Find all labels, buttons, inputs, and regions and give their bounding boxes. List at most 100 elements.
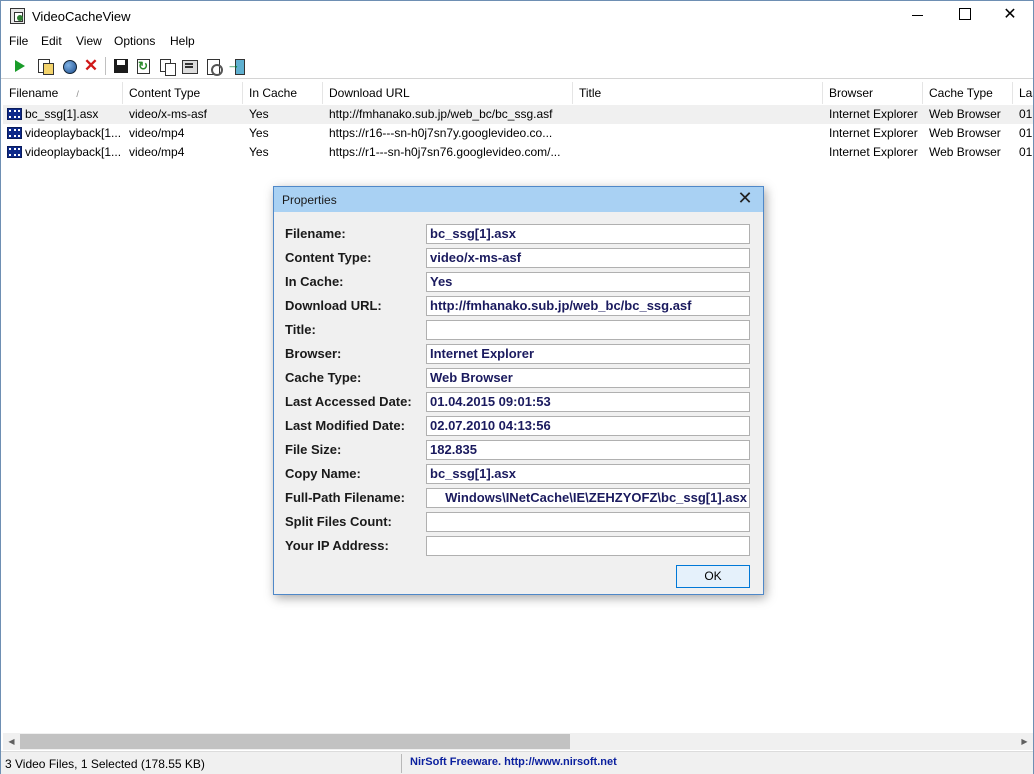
copy-icon[interactable] — [157, 56, 177, 76]
field-your-ip-address[interactable] — [426, 536, 750, 556]
cell-in-cache: Yes — [249, 145, 269, 159]
ok-button[interactable]: OK — [676, 565, 750, 588]
status-bar: 3 Video Files, 1 Selected (178.55 KB) Ni… — [1, 751, 1033, 774]
menu-view[interactable]: View — [76, 34, 102, 48]
scroll-left-arrow-icon[interactable]: ◀ — [3, 733, 20, 750]
column-header-last[interactable]: Las — [1013, 82, 1033, 104]
cell-cache-type: Web Browser — [929, 145, 1001, 159]
cell-filename: videoplayback[1... — [25, 145, 122, 159]
app-window: VideoCacheView ✕ File Edit View Options … — [0, 0, 1034, 774]
cell-cache-type: Web Browser — [929, 107, 1001, 121]
cell-filename: videoplayback[1... — [25, 126, 122, 140]
window-title: VideoCacheView — [32, 9, 131, 24]
dialog-close-button[interactable]: ✕ — [733, 188, 757, 210]
dialog-title: Properties — [282, 193, 337, 207]
open-url-globe-icon[interactable] — [59, 56, 79, 76]
field-copy-name[interactable]: bc_ssg[1].asx — [426, 464, 750, 484]
field-last-accessed-date[interactable]: 01.04.2015 09:01:53 — [426, 392, 750, 412]
field-cache-type[interactable]: Web Browser — [426, 368, 750, 388]
app-icon — [10, 8, 25, 24]
field-full-path-filename[interactable]: Windows\INetCache\IE\ZEHZYOFZ\bc_ssg[1].… — [426, 488, 750, 508]
column-header-content-type[interactable]: Content Type — [123, 82, 243, 104]
cell-browser: Internet Explorer — [829, 107, 918, 121]
close-button[interactable]: ✕ — [987, 1, 1033, 31]
label-download-url: Download URL: — [285, 298, 382, 313]
column-header-title[interactable]: Title — [573, 82, 823, 104]
label-last-modified-date: Last Modified Date: — [285, 418, 405, 433]
delete-icon[interactable]: ✕ — [81, 56, 101, 76]
label-split-files-count: Split Files Count: — [285, 514, 392, 529]
column-header-download-url[interactable]: Download URL — [323, 82, 573, 104]
horizontal-scrollbar[interactable]: ◀ ▶ — [3, 733, 1033, 750]
exit-icon[interactable] — [227, 56, 247, 76]
field-browser[interactable]: Internet Explorer — [426, 344, 750, 364]
cell-filename: bc_ssg[1].asx — [25, 107, 99, 121]
toolbar-separator — [105, 57, 106, 75]
maximize-button[interactable] — [941, 1, 987, 31]
table-row[interactable]: bc_ssg[1].asx video/x-ms-asf Yes http://… — [3, 105, 1033, 124]
label-last-accessed-date: Last Accessed Date: — [285, 394, 412, 409]
menu-edit[interactable]: Edit — [41, 34, 62, 48]
table-row[interactable]: videoplayback[1... video/mp4 Yes https:/… — [3, 143, 1033, 162]
field-title[interactable] — [426, 320, 750, 340]
label-filename: Filename: — [285, 226, 346, 241]
label-in-cache: In Cache: — [285, 274, 344, 289]
field-content-type[interactable]: video/x-ms-asf — [426, 248, 750, 268]
cell-download-url: http://fmhanako.sub.jp/web_bc/bc_ssg.asf — [329, 107, 553, 121]
scrollbar-thumb[interactable] — [20, 734, 570, 749]
label-cache-type: Cache Type: — [285, 370, 362, 385]
status-file-count: 3 Video Files, 1 Selected (178.55 KB) — [5, 757, 205, 771]
cell-last: 01. — [1019, 145, 1033, 159]
refresh-icon[interactable] — [133, 56, 153, 76]
nirsoft-link[interactable]: NirSoft Freeware. http://www.nirsoft.net — [410, 756, 617, 768]
field-download-url[interactable]: http://fmhanako.sub.jp/web_bc/bc_ssg.asf — [426, 296, 750, 316]
label-file-size: File Size: — [285, 442, 342, 457]
list-header: Filename / Content Type In Cache Download… — [3, 82, 1033, 104]
label-copy-name: Copy Name: — [285, 466, 361, 481]
menu-help[interactable]: Help — [170, 34, 195, 48]
cell-last: 01. — [1019, 107, 1033, 121]
status-divider — [401, 754, 402, 773]
field-last-modified-date[interactable]: 02.07.2010 04:13:56 — [426, 416, 750, 436]
menu-bar: File Edit View Options Help — [1, 32, 1033, 52]
cell-cache-type: Web Browser — [929, 126, 1001, 140]
cell-last: 01. — [1019, 126, 1033, 140]
cell-content-type: video/mp4 — [129, 126, 185, 140]
sort-indicator: / — [76, 89, 79, 99]
label-browser: Browser: — [285, 346, 342, 361]
cell-content-type: video/x-ms-asf — [129, 107, 208, 121]
field-in-cache[interactable]: Yes — [426, 272, 750, 292]
html-report-icon[interactable] — [203, 56, 223, 76]
column-header-browser[interactable]: Browser — [823, 82, 923, 104]
cell-title — [573, 105, 823, 124]
cell-browser: Internet Explorer — [829, 126, 918, 140]
label-content-type: Content Type: — [285, 250, 372, 265]
scroll-right-arrow-icon[interactable]: ▶ — [1016, 733, 1033, 750]
field-split-files-count[interactable] — [426, 512, 750, 532]
field-filename[interactable]: bc_ssg[1].asx — [426, 224, 750, 244]
play-icon[interactable] — [10, 56, 30, 76]
label-full-path-filename: Full-Path Filename: — [285, 490, 405, 505]
cell-title — [573, 124, 823, 143]
cell-browser: Internet Explorer — [829, 145, 918, 159]
properties-dialog: Properties ✕ Filename: bc_ssg[1].asx Con… — [273, 186, 764, 595]
menu-options[interactable]: Options — [114, 34, 155, 48]
label-your-ip-address: Your IP Address: — [285, 538, 389, 553]
dialog-title-bar[interactable]: Properties ✕ — [274, 187, 763, 212]
column-header-in-cache[interactable]: In Cache — [243, 82, 323, 104]
table-row[interactable]: videoplayback[1... video/mp4 Yes https:/… — [3, 124, 1033, 143]
field-file-size[interactable]: 182.835 — [426, 440, 750, 460]
minimize-button[interactable] — [895, 1, 941, 31]
save-icon[interactable] — [111, 56, 131, 76]
column-header-cache-type[interactable]: Cache Type — [923, 82, 1013, 104]
properties-icon[interactable] — [179, 56, 199, 76]
column-header-filename[interactable]: Filename / — [3, 82, 123, 104]
cell-download-url: https://r1---sn-h0j7sn76.googlevideo.com… — [329, 145, 561, 159]
title-bar[interactable]: VideoCacheView ✕ — [1, 1, 1033, 31]
menu-file[interactable]: File — [9, 34, 28, 48]
copy-files-icon[interactable] — [35, 56, 55, 76]
toolbar: ✕ — [1, 53, 1033, 79]
label-title: Title: — [285, 322, 316, 337]
cell-content-type: video/mp4 — [129, 145, 185, 159]
cell-in-cache: Yes — [249, 126, 269, 140]
